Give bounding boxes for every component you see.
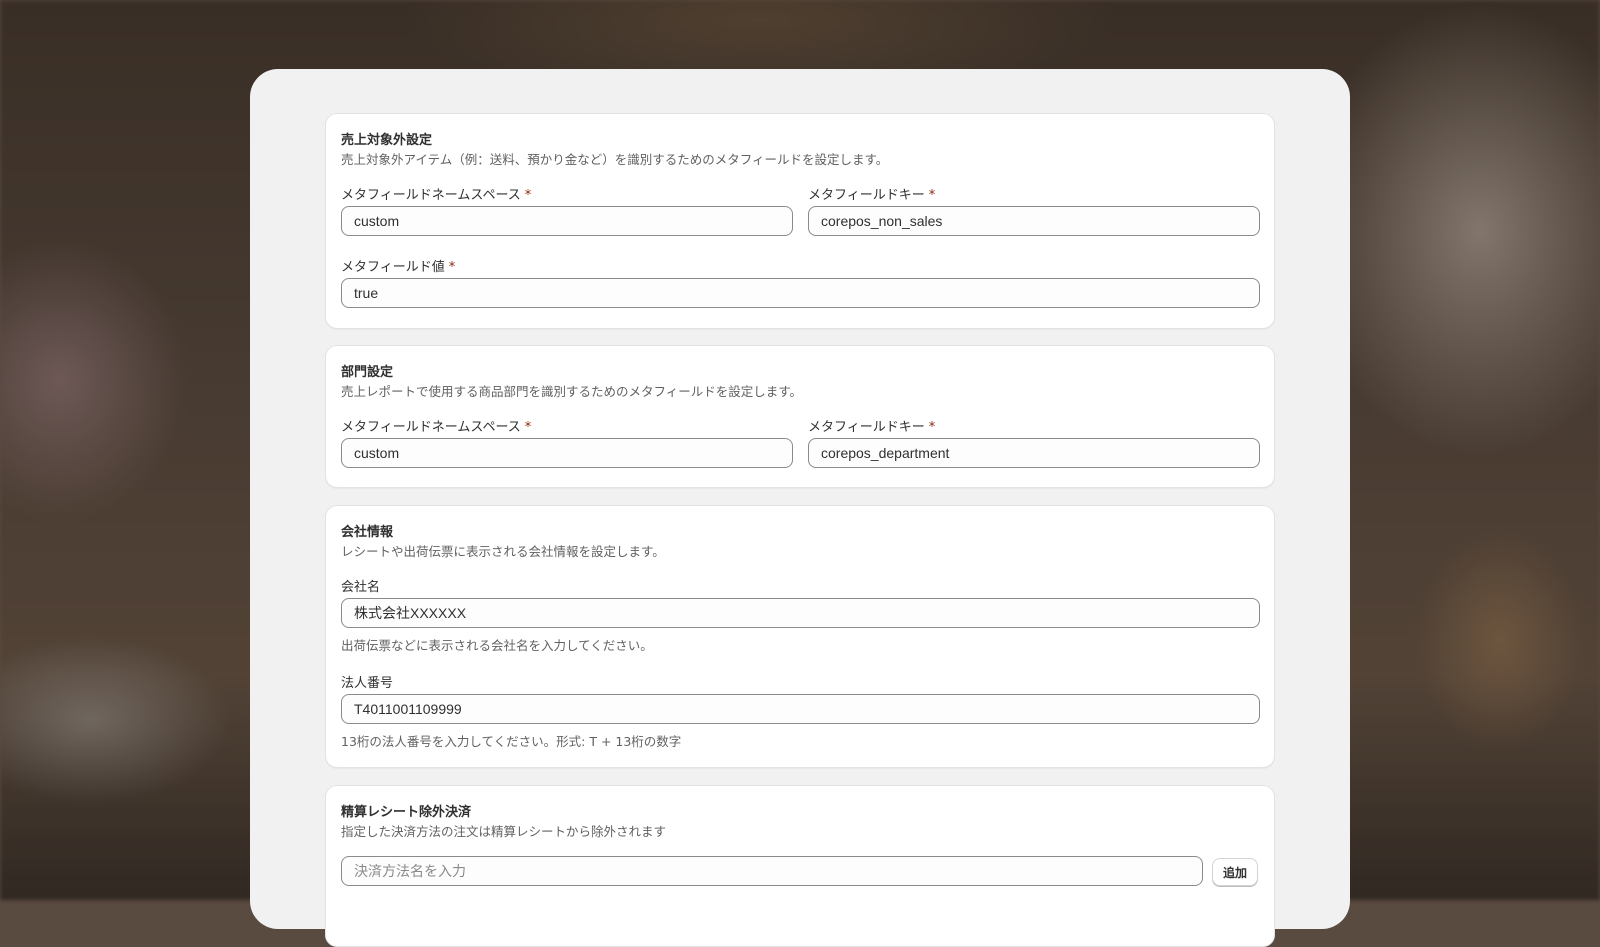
- corporate-number-input[interactable]: [341, 694, 1260, 724]
- namespace-input[interactable]: [341, 438, 793, 468]
- key-label: メタフィールドキー *: [808, 188, 936, 203]
- required-mark: *: [524, 188, 532, 203]
- company-name-help: 出荷伝票などに表示される会社名を入力してください。: [341, 638, 653, 653]
- card-title: 売上対象外設定: [341, 133, 433, 148]
- corporate-number-label: 法人番号: [341, 676, 394, 691]
- required-mark: *: [928, 420, 936, 435]
- namespace-label: メタフィールドネームスペース *: [341, 188, 532, 203]
- key-label: メタフィールドキー *: [808, 420, 936, 435]
- card-title: 部門設定: [341, 365, 394, 380]
- required-mark: *: [448, 260, 456, 275]
- required-mark: *: [524, 420, 532, 435]
- settlement-exclude-card: 精算レシート除外決済 指定した決済方法の注文は精算レシートから除外されます 追加: [325, 785, 1275, 947]
- card-description: 売上対象外アイテム（例：送料、預かり金など）を識別するためのメタフィールドを設定…: [341, 152, 889, 167]
- value-label: メタフィールド値 *: [341, 260, 456, 275]
- required-mark: *: [928, 188, 936, 203]
- key-input[interactable]: [808, 206, 1260, 236]
- payment-method-input[interactable]: [341, 856, 1203, 886]
- department-card: 部門設定 売上レポートで使用する商品部門を識別するためのメタフィールドを設定しま…: [325, 345, 1275, 488]
- namespace-input[interactable]: [341, 206, 793, 236]
- settings-panel: 売上対象外設定 売上対象外アイテム（例：送料、預かり金など）を識別するためのメタ…: [250, 69, 1350, 947]
- value-input[interactable]: [341, 278, 1260, 308]
- card-description: 指定した決済方法の注文は精算レシートから除外されます: [341, 824, 667, 839]
- card-description: 売上レポートで使用する商品部門を識別するためのメタフィールドを設定します。: [341, 384, 803, 399]
- card-title: 会社情報: [341, 525, 394, 540]
- corporate-number-help: 13桁の法人番号を入力してください。形式: T + 13桁の数字: [341, 734, 682, 749]
- namespace-label: メタフィールドネームスペース *: [341, 420, 532, 435]
- card-description: レシートや出荷伝票に表示される会社情報を設定します。: [341, 544, 665, 559]
- company-name-label: 会社名: [341, 580, 381, 595]
- card-title: 精算レシート除外決済: [341, 805, 472, 820]
- non-sales-card: 売上対象外設定 売上対象外アイテム（例：送料、預かり金など）を識別するためのメタ…: [325, 113, 1275, 329]
- company-info-card: 会社情報 レシートや出荷伝票に表示される会社情報を設定します。 会社名 出荷伝票…: [325, 505, 1275, 768]
- add-button[interactable]: 追加: [1212, 858, 1259, 886]
- key-input[interactable]: [808, 438, 1260, 468]
- company-name-input[interactable]: [341, 598, 1260, 628]
